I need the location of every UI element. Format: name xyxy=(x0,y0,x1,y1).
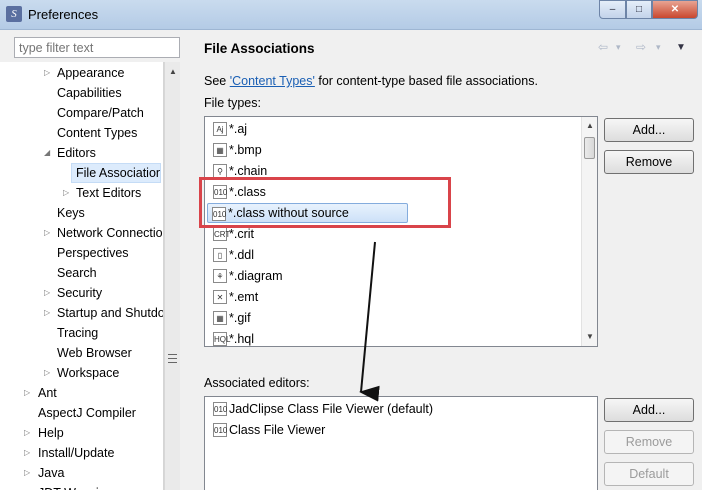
annotation-arrow xyxy=(359,241,380,402)
